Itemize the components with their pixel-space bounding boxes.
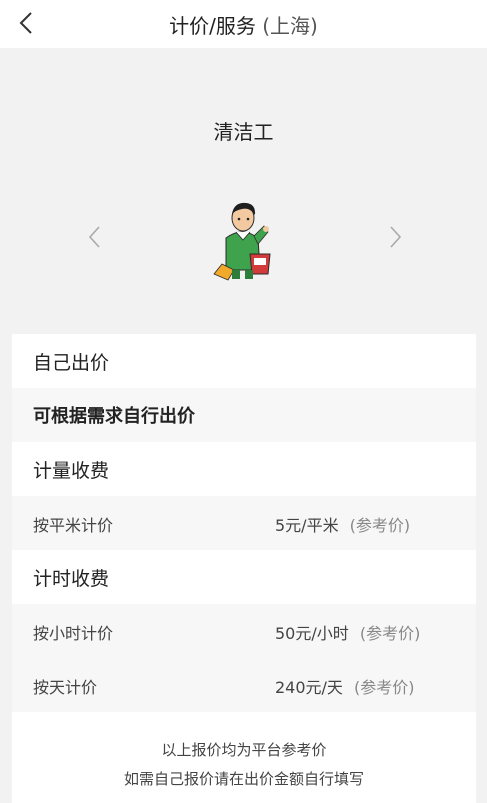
page-title-text: 计价/服务 <box>169 14 256 38</box>
self-price-heading: 自己出价 <box>33 352 110 374</box>
volume-header: 计量收费 <box>12 442 476 496</box>
time-item-hour[interactable]: 按小时计价 50元/小时 (参考价) <box>12 604 476 658</box>
cleaner-avatar-icon <box>213 202 271 281</box>
top-bar: 计价/服务 (上海) <box>0 0 487 48</box>
volume-heading: 计量收费 <box>33 460 110 482</box>
self-price-desc: 可根据需求自行出价 <box>33 406 195 427</box>
volume-item-price-wrap: 5元/平米 (参考价) <box>275 512 410 536</box>
self-price-header: 自己出价 <box>12 334 476 388</box>
time-item-hour-ref: (参考价) <box>359 624 421 643</box>
time-item-day[interactable]: 按天计价 240元/天 (参考价) <box>12 658 476 712</box>
time-item-day-price-wrap: 240元/天 (参考价) <box>275 674 415 698</box>
time-item-hour-label: 按小时计价 <box>33 624 114 643</box>
volume-item-sqm[interactable]: 按平米计价 5元/平米 (参考价) <box>12 496 476 550</box>
prev-chevron-icon[interactable] <box>84 224 106 250</box>
time-heading: 计时收费 <box>33 568 110 590</box>
time-item-day-price: 240元/天 <box>275 678 343 697</box>
volume-item-price: 5元/平米 <box>275 516 339 535</box>
role-hero: 清洁工 <box>0 48 487 333</box>
volume-item-label: 按平米计价 <box>33 516 114 535</box>
time-item-hour-price-wrap: 50元/小时 (参考价) <box>275 620 420 644</box>
footer-note-line2: 如需自己报价请在出价金额自行填写 <box>123 770 364 788</box>
city-label: (上海) <box>262 14 318 38</box>
footer-note-line1: 以上报价均为平台参考价 <box>161 741 327 759</box>
role-title: 清洁工 <box>213 120 274 144</box>
page-title: 计价/服务 (上海) <box>0 10 487 39</box>
time-item-day-label: 按天计价 <box>33 678 98 697</box>
footer-note: 以上报价均为平台参考价 如需自己报价请在出价金额自行填写 <box>12 712 476 803</box>
next-chevron-icon[interactable] <box>384 224 406 250</box>
time-item-day-ref: (参考价) <box>354 678 415 697</box>
self-price-desc-row[interactable]: 可根据需求自行出价 <box>12 388 476 442</box>
time-header: 计时收费 <box>12 550 476 604</box>
volume-item-ref: (参考价) <box>349 516 411 535</box>
time-item-hour-price: 50元/小时 <box>275 624 349 643</box>
